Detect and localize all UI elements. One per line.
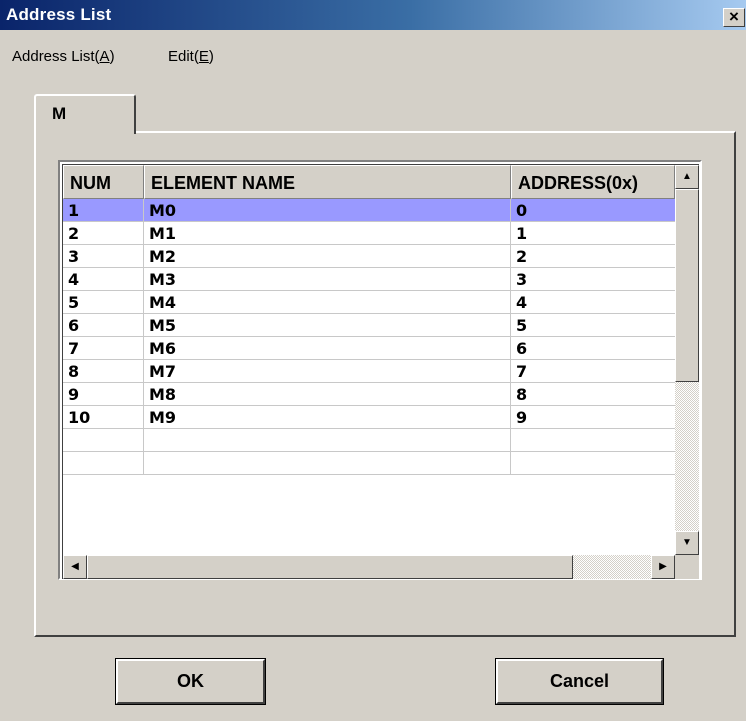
horizontal-scrollbar[interactable]: ◀ ▶ [63, 555, 675, 579]
table-row[interactable]: 4 M3 3 [63, 268, 675, 291]
menu-bar: Address List(A) Edit(E) [0, 48, 746, 70]
tab-m[interactable]: M [34, 94, 136, 134]
cell-element-name: M9 [144, 406, 511, 428]
cell-address: 7 [516, 362, 528, 381]
cell-element-name: M5 [144, 314, 511, 336]
cell-element-name: M8 [144, 383, 511, 405]
cancel-button[interactable]: Cancel [495, 658, 664, 705]
cell-element-name: M0 [144, 199, 511, 221]
table-row[interactable]: 2 M1 1 [63, 222, 675, 245]
scroll-down-button[interactable]: ▼ [675, 531, 699, 555]
cell-address: 6 [516, 339, 528, 358]
cell-address: 4 [516, 293, 528, 312]
cell-num: 6 [63, 314, 144, 336]
ok-button[interactable]: OK [115, 658, 266, 705]
cell-num: 1 [63, 199, 144, 221]
cell-element-name: M4 [144, 291, 511, 313]
cell-element-name: M7 [144, 360, 511, 382]
cell-address: 1 [516, 224, 528, 243]
address-grid: NUM ELEMENT NAME ADDRESS(0x) 1 M0 0 2 M1 1 3 M2… [58, 160, 702, 580]
close-icon: × [729, 7, 739, 26]
table-row[interactable] [63, 452, 675, 475]
table-row[interactable]: 8 M7 7 [63, 360, 675, 383]
cell-num: 9 [63, 383, 144, 405]
cell-element-name: M1 [144, 222, 511, 244]
column-header-element-name[interactable]: ELEMENT NAME [144, 165, 511, 199]
grid-rows: 1 M0 0 2 M1 1 3 M2 2 4 M3 3 5 M4 4 6 M5 5 7 M6 6 8 M7 7 9 M8 8 10 M9… [63, 199, 675, 475]
cell-num: 8 [63, 360, 144, 382]
cell-element-name: M2 [144, 245, 511, 267]
menu-edit[interactable]: Edit(E) [168, 48, 214, 65]
cell-num: 3 [63, 245, 144, 267]
cell-element-name [144, 429, 511, 451]
cell-address: 5 [516, 316, 528, 335]
table-row[interactable]: 3 M2 2 [63, 245, 675, 268]
cell-num [63, 452, 144, 474]
cell-address: 3 [516, 270, 528, 289]
table-row[interactable]: 6 M5 5 [63, 314, 675, 337]
window-title: Address List [6, 5, 112, 24]
cell-num: 5 [63, 291, 144, 313]
column-header-address[interactable]: ADDRESS(0x) [511, 165, 675, 199]
menu-address-list[interactable]: Address List(A) [12, 48, 115, 65]
cell-address [511, 429, 675, 451]
scroll-right-button[interactable]: ▶ [651, 555, 675, 579]
table-row[interactable] [63, 429, 675, 452]
table-row[interactable]: 9 M8 8 [63, 383, 675, 406]
arrow-up-icon: ▲ [682, 171, 692, 182]
cell-num [63, 429, 144, 451]
table-row[interactable]: 7 M6 6 [63, 337, 675, 360]
cell-address: 0 [516, 201, 528, 220]
vertical-scroll-thumb[interactable] [675, 189, 699, 382]
cell-element-name [144, 452, 511, 474]
table-row[interactable]: 5 M4 4 [63, 291, 675, 314]
cell-address: 8 [516, 385, 528, 404]
tab-label: M [52, 104, 67, 123]
cell-element-name: M6 [144, 337, 511, 359]
column-header-num[interactable]: NUM [63, 165, 144, 199]
arrow-right-icon: ▶ [659, 561, 667, 572]
arrow-left-icon: ◀ [71, 561, 79, 572]
cell-num: 10 [63, 406, 144, 428]
cell-num: 2 [63, 222, 144, 244]
table-row[interactable]: 1 M0 0 [63, 199, 675, 222]
vertical-scrollbar[interactable]: ▲ ▼ [675, 165, 699, 555]
cell-element-name: M3 [144, 268, 511, 290]
cell-num: 4 [63, 268, 144, 290]
scroll-up-button[interactable]: ▲ [675, 165, 699, 189]
cell-address: 9 [516, 408, 528, 427]
arrow-down-icon: ▼ [682, 537, 692, 548]
horizontal-scroll-thumb[interactable] [87, 555, 573, 579]
cell-num: 7 [63, 337, 144, 359]
scroll-left-button[interactable]: ◀ [63, 555, 87, 579]
cell-address [511, 452, 675, 474]
cell-address: 2 [516, 247, 528, 266]
table-row[interactable]: 10 M9 9 [63, 406, 675, 429]
title-bar: Address List [0, 0, 746, 30]
close-button[interactable]: × [723, 8, 745, 27]
scrollbar-corner [675, 555, 699, 579]
